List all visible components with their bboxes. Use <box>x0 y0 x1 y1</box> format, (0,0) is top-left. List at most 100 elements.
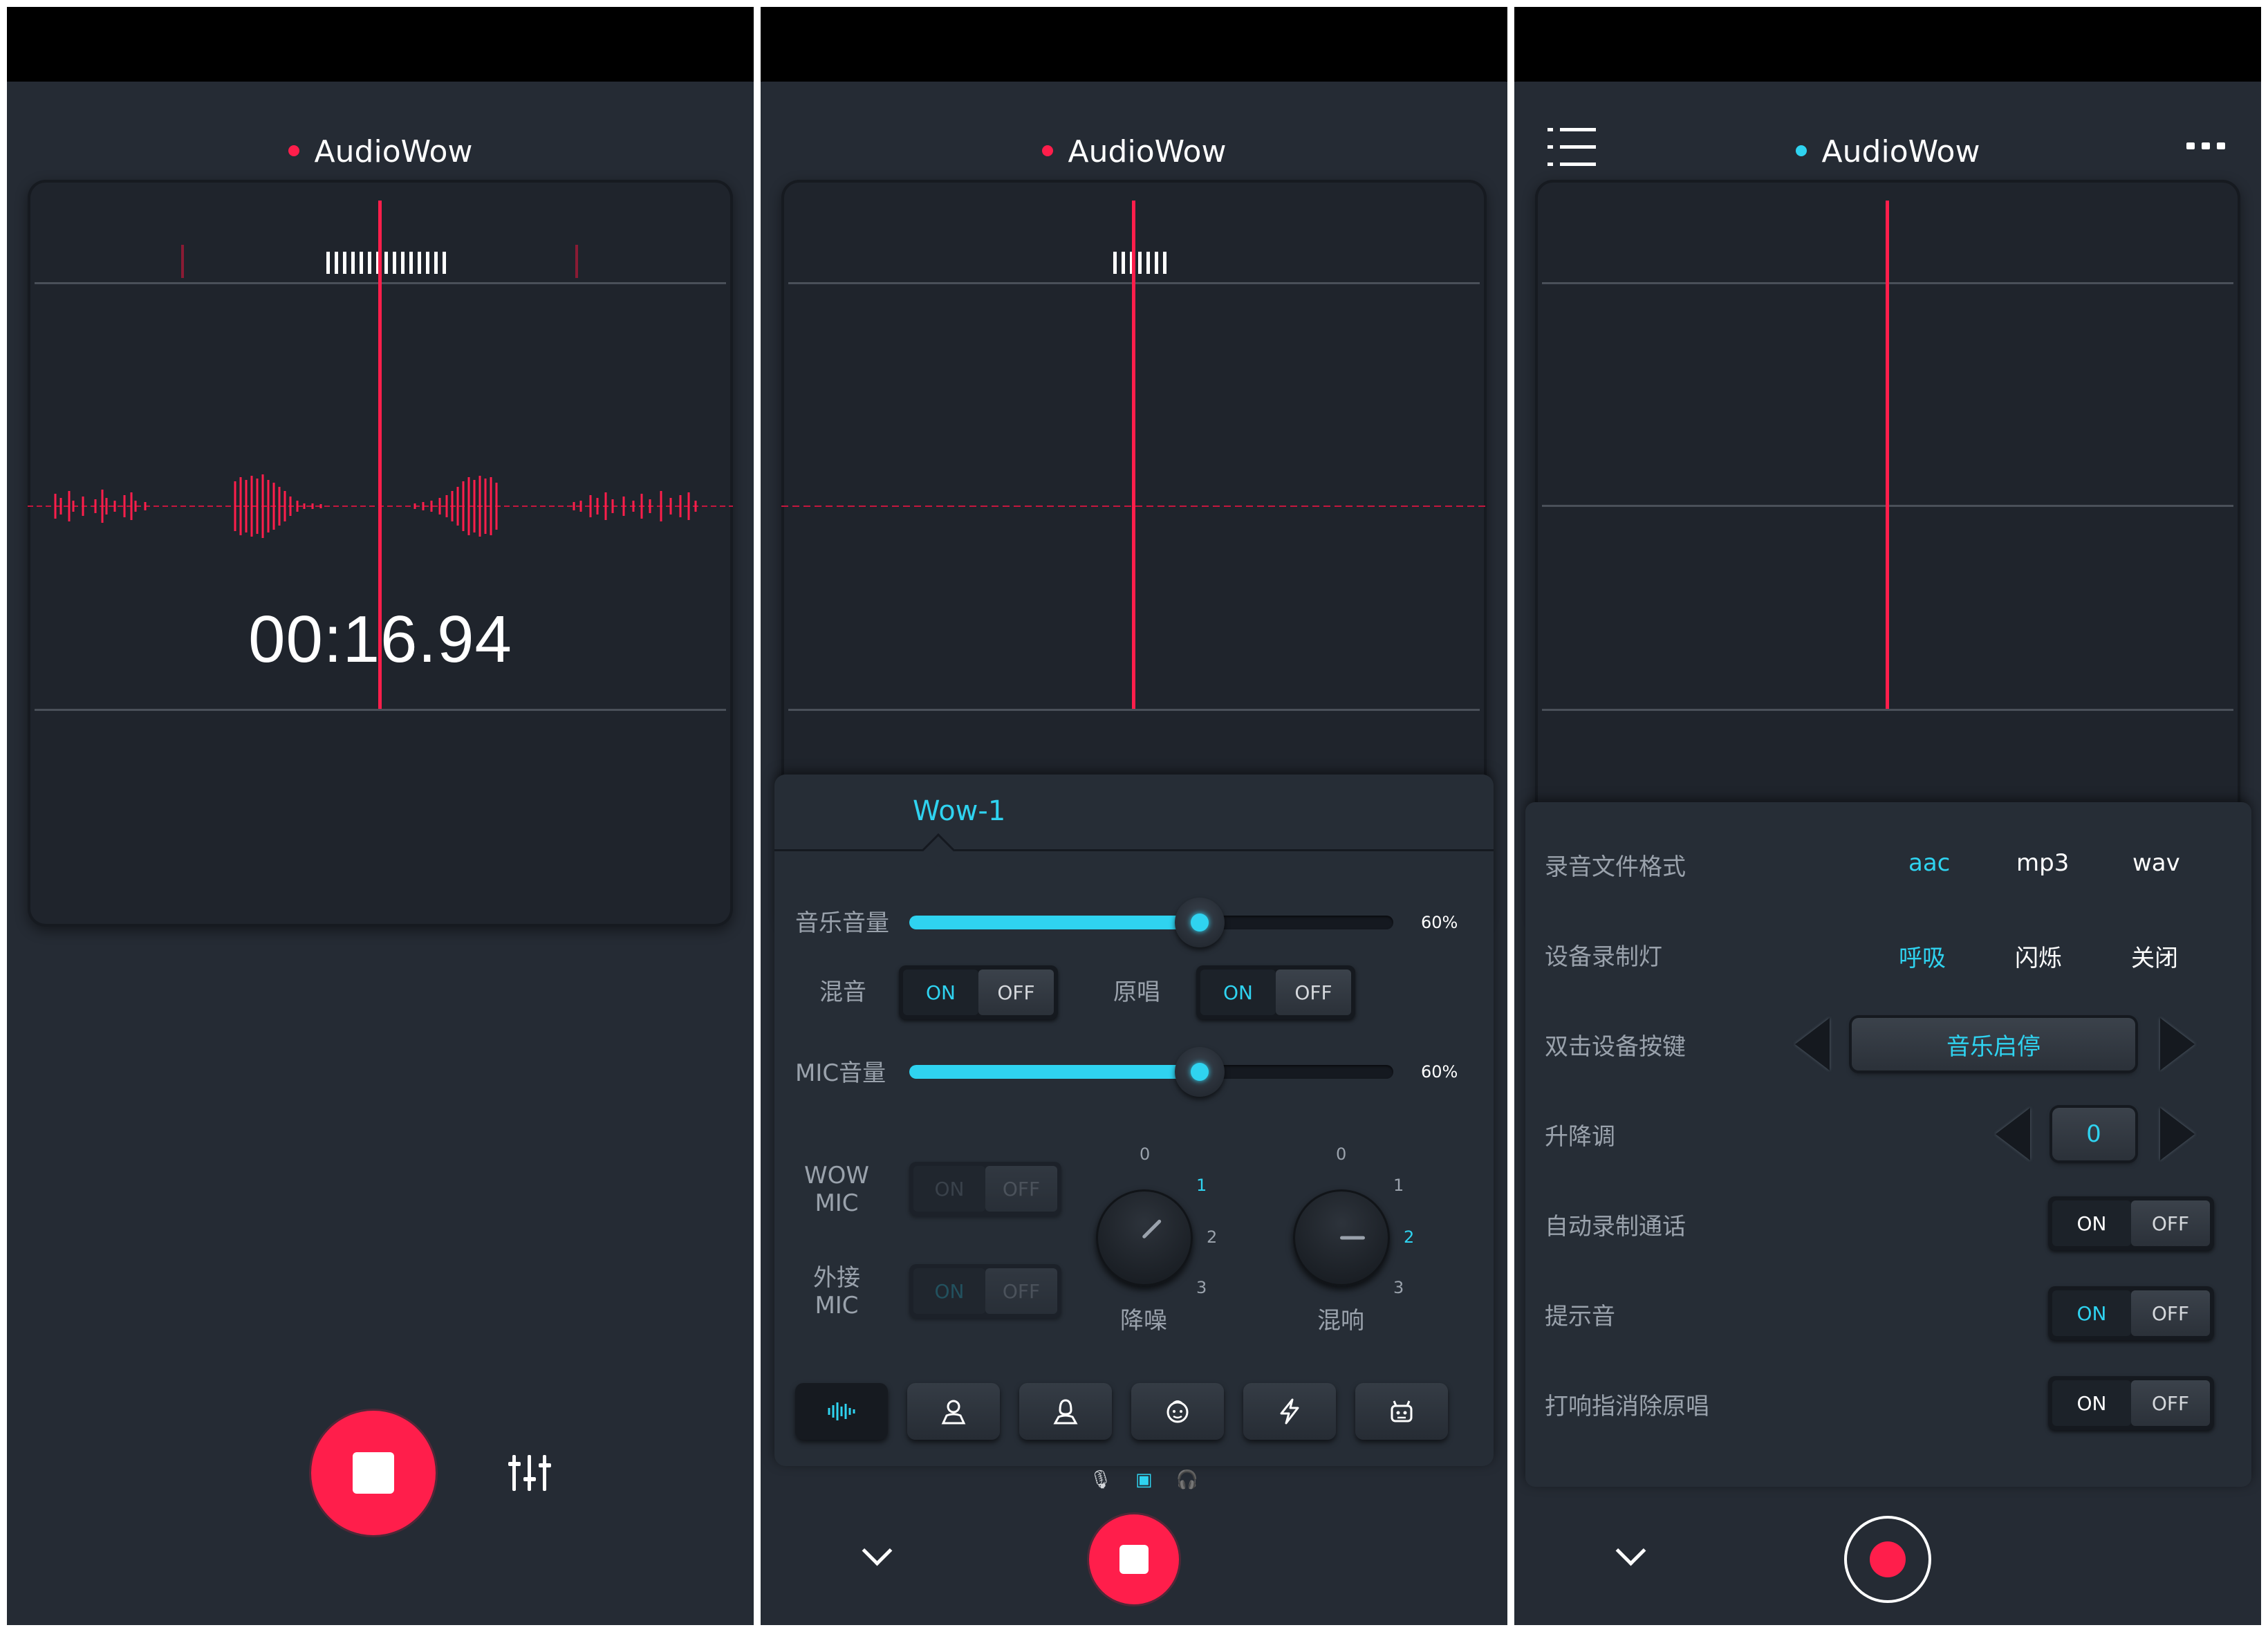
cancel-vocal-toggle-on[interactable]: ON <box>2052 1380 2131 1426</box>
external-mic-toggle-on[interactable]: ON <box>913 1268 985 1314</box>
light-option-blink[interactable]: 闪烁 <box>2015 939 2062 973</box>
prompt-tone-toggle[interactable]: ON OFF <box>2048 1286 2214 1340</box>
app-title: AudioWow <box>1514 131 2261 173</box>
music-volume-label: 音乐音量 <box>795 909 889 937</box>
collapse-chevron-icon[interactable] <box>861 1539 889 1566</box>
original-vocal-toggle[interactable]: ON OFF <box>1196 965 1355 1019</box>
wow-mic-toggle-on[interactable]: ON <box>913 1166 985 1212</box>
double-click-next-arrow-icon[interactable] <box>2160 1018 2195 1070</box>
reverb-dial-tick-3: 3 <box>1393 1278 1404 1297</box>
waveform-bottom-line <box>788 709 1480 711</box>
stop-recording-button[interactable] <box>1089 1514 1179 1604</box>
double-click-value[interactable]: 音乐启停 <box>1852 1018 2135 1070</box>
double-click-label: 双击设备按键 <box>1545 1033 1686 1061</box>
music-volume-knob[interactable] <box>1175 898 1225 947</box>
format-option-mp3[interactable]: mp3 <box>2016 849 2069 877</box>
reverb-dial-tick-1: 1 <box>1393 1176 1404 1195</box>
prompt-tone-toggle-on[interactable]: ON <box>2052 1290 2131 1336</box>
pitch-label: 升降调 <box>1545 1123 1615 1151</box>
original-vocal-toggle-on[interactable]: ON <box>1200 970 1276 1015</box>
prompt-tone-toggle-off[interactable]: OFF <box>2131 1290 2210 1336</box>
auto-record-call-toggle-off[interactable]: OFF <box>2131 1200 2210 1246</box>
child-face-icon <box>1166 1400 1189 1423</box>
pitch-up-arrow-icon[interactable] <box>2160 1108 2195 1160</box>
record-dot-icon <box>1041 145 1053 156</box>
headphone-icon: 🎧 <box>1175 1469 1198 1490</box>
pitch-down-arrow-icon[interactable] <box>1996 1108 2030 1160</box>
effects-screen-panel: AudioWow Wow-1 音乐音量 60% 混音 ON OFF 原唱 ON … <box>761 7 1507 1625</box>
mic-volume-knob[interactable] <box>1175 1047 1225 1097</box>
format-option-wav[interactable]: wav <box>2132 849 2180 877</box>
tab-indicator <box>921 833 956 867</box>
wow-mic-toggle[interactable]: ON OFF <box>909 1162 1061 1216</box>
external-mic-toggle[interactable]: ON OFF <box>909 1264 1061 1318</box>
noise-dial-tick-0: 0 <box>1140 1144 1151 1164</box>
mix-toggle[interactable]: ON OFF <box>899 965 1058 1019</box>
playhead[interactable] <box>1886 201 1889 709</box>
robot-icon <box>1391 1400 1413 1422</box>
mix-toggle-on[interactable]: ON <box>903 970 978 1015</box>
waveform-icon <box>828 1402 855 1420</box>
more-options-icon[interactable] <box>2186 142 2225 149</box>
stop-recording-button[interactable] <box>311 1411 436 1535</box>
waveform-mode-button[interactable] <box>795 1383 888 1440</box>
reverb-dial-pointer <box>1340 1236 1365 1240</box>
reverb-dial-tick-2: 2 <box>1404 1227 1415 1247</box>
waveform-bars <box>54 474 697 538</box>
mic-volume-fill <box>909 1065 1200 1079</box>
person-mode-button[interactable] <box>907 1383 1000 1440</box>
auto-record-call-toggle-on[interactable]: ON <box>2052 1200 2131 1246</box>
mic-volume-slider[interactable] <box>909 1047 1393 1097</box>
waveform-bottom-line <box>1542 709 2233 711</box>
auto-record-call-toggle[interactable]: ON OFF <box>2048 1196 2214 1250</box>
pitch-value[interactable]: 0 <box>2052 1108 2135 1160</box>
noise-dial-tick-3: 3 <box>1196 1278 1207 1297</box>
mix-toggle-off[interactable]: OFF <box>978 970 1054 1015</box>
wow-mic-label: WOW MIC <box>804 1162 869 1217</box>
status-bar <box>1514 7 2261 82</box>
person-icon <box>941 1400 966 1425</box>
microphone-icon: 🎙 <box>1089 1469 1113 1490</box>
format-option-aac[interactable]: aac <box>1908 849 1950 877</box>
record-light-row: 设备录制灯 呼吸 闪烁 关闭 <box>1525 913 2251 996</box>
tab-wow-1[interactable]: Wow-1 <box>913 795 1005 827</box>
noise-reduction-dial[interactable] <box>1096 1189 1193 1286</box>
timeline-marker <box>575 245 578 278</box>
pitch-row: 升降调 0 <box>1525 1093 2251 1176</box>
music-volume-fill <box>909 916 1200 929</box>
light-option-off[interactable]: 关闭 <box>2131 939 2178 973</box>
robot-mode-button[interactable] <box>1355 1383 1448 1440</box>
status-bar <box>7 7 754 82</box>
mic-volume-percent: 60% <box>1421 1062 1458 1082</box>
collapse-chevron-icon[interactable] <box>1615 1539 1642 1566</box>
mic-volume-label: MIC音量 <box>795 1059 886 1087</box>
double-click-prev-arrow-icon[interactable] <box>1795 1018 1830 1070</box>
child-mode-button[interactable] <box>1131 1383 1224 1440</box>
lightning-mode-button[interactable] <box>1243 1383 1336 1440</box>
reverb-dial-tick-0: 0 <box>1336 1144 1347 1164</box>
status-bar <box>761 7 1507 82</box>
equalizer-settings-icon[interactable] <box>508 1452 551 1494</box>
timeline-marker <box>181 245 184 278</box>
double-click-row: 双击设备按键 音乐启停 <box>1525 1003 2251 1086</box>
wow-mic-toggle-off[interactable]: OFF <box>985 1166 1057 1212</box>
auto-record-call-row: 自动录制通话 ON OFF <box>1525 1183 2251 1265</box>
noise-dial-pointer <box>1142 1218 1162 1239</box>
waveform-card <box>28 180 733 927</box>
start-recording-button[interactable] <box>1844 1516 1931 1603</box>
original-vocal-toggle-off[interactable]: OFF <box>1276 970 1351 1015</box>
external-mic-toggle-off[interactable]: OFF <box>985 1268 1057 1314</box>
cancel-vocal-toggle[interactable]: ON OFF <box>2048 1376 2214 1430</box>
auto-record-call-label: 自动录制通话 <box>1545 1213 1686 1241</box>
music-volume-slider[interactable] <box>909 898 1393 947</box>
connected-dot-icon <box>1795 145 1807 156</box>
reverb-dial[interactable] <box>1293 1189 1390 1286</box>
playhead[interactable] <box>1132 201 1135 709</box>
timeline-ticks <box>1113 252 1166 274</box>
light-option-breathe[interactable]: 呼吸 <box>1899 939 1946 973</box>
app-title: AudioWow <box>761 131 1507 173</box>
reverb-label: 混响 <box>1317 1307 1364 1335</box>
cancel-vocal-toggle-off[interactable]: OFF <box>2131 1380 2210 1426</box>
audio-route-indicators: 🎙 ▣ 🎧 <box>1089 1469 1198 1490</box>
person-alt-mode-button[interactable] <box>1019 1383 1112 1440</box>
